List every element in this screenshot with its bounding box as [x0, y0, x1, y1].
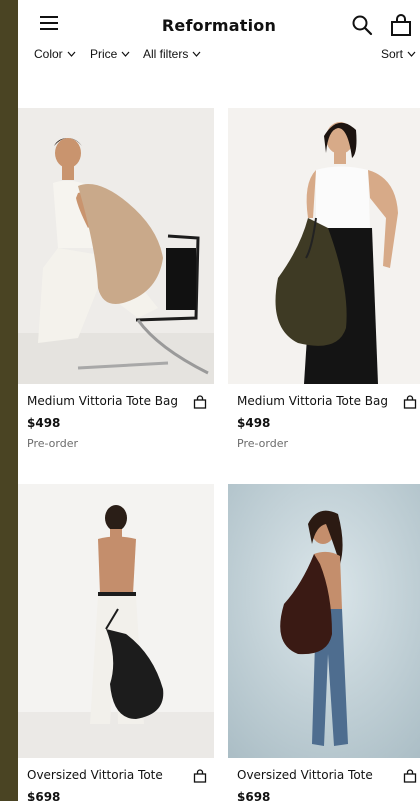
chevron-down-icon [192, 51, 201, 57]
search-icon[interactable] [351, 14, 373, 36]
product-price: $698 [237, 790, 271, 801]
add-to-bag-icon[interactable] [193, 395, 207, 409]
chevron-down-icon [121, 51, 130, 57]
product-status: Pre-order [27, 437, 78, 450]
filter-bar: Color Price All filters Sort [18, 44, 420, 66]
chevron-down-icon [407, 51, 416, 57]
product-image[interactable] [18, 484, 214, 758]
all-filters-button[interactable]: All filters [143, 47, 201, 61]
product-image[interactable] [228, 108, 420, 384]
color-filter[interactable]: Color [34, 47, 76, 61]
color-filter-label: Color [34, 47, 63, 61]
hamburger-menu-icon[interactable] [40, 16, 58, 30]
product-name[interactable]: Oversized Vittoria Tote [237, 768, 373, 782]
product-status: Pre-order [237, 437, 288, 450]
all-filters-label: All filters [143, 47, 189, 61]
chevron-down-icon [67, 51, 76, 57]
product-name[interactable]: Oversized Vittoria Tote [27, 768, 163, 782]
product-name[interactable]: Medium Vittoria Tote Bag [237, 394, 388, 408]
add-to-bag-icon[interactable] [403, 769, 417, 783]
product-image[interactable] [18, 108, 214, 384]
sort-button[interactable]: Sort [381, 47, 416, 61]
product-price: $498 [27, 416, 61, 430]
shopping-bag-icon[interactable] [390, 13, 412, 37]
add-to-bag-icon[interactable] [193, 769, 207, 783]
sort-label: Sort [381, 47, 404, 61]
product-image[interactable] [228, 484, 420, 758]
app-frame: Reformation Color Price All filters Sort… [18, 0, 420, 801]
product-price: $698 [27, 790, 61, 801]
product-price: $498 [237, 416, 271, 430]
top-bar: Reformation [18, 0, 420, 44]
price-filter[interactable]: Price [90, 47, 130, 61]
add-to-bag-icon[interactable] [403, 395, 417, 409]
product-name[interactable]: Medium Vittoria Tote Bag [27, 394, 178, 408]
price-filter-label: Price [90, 47, 118, 61]
